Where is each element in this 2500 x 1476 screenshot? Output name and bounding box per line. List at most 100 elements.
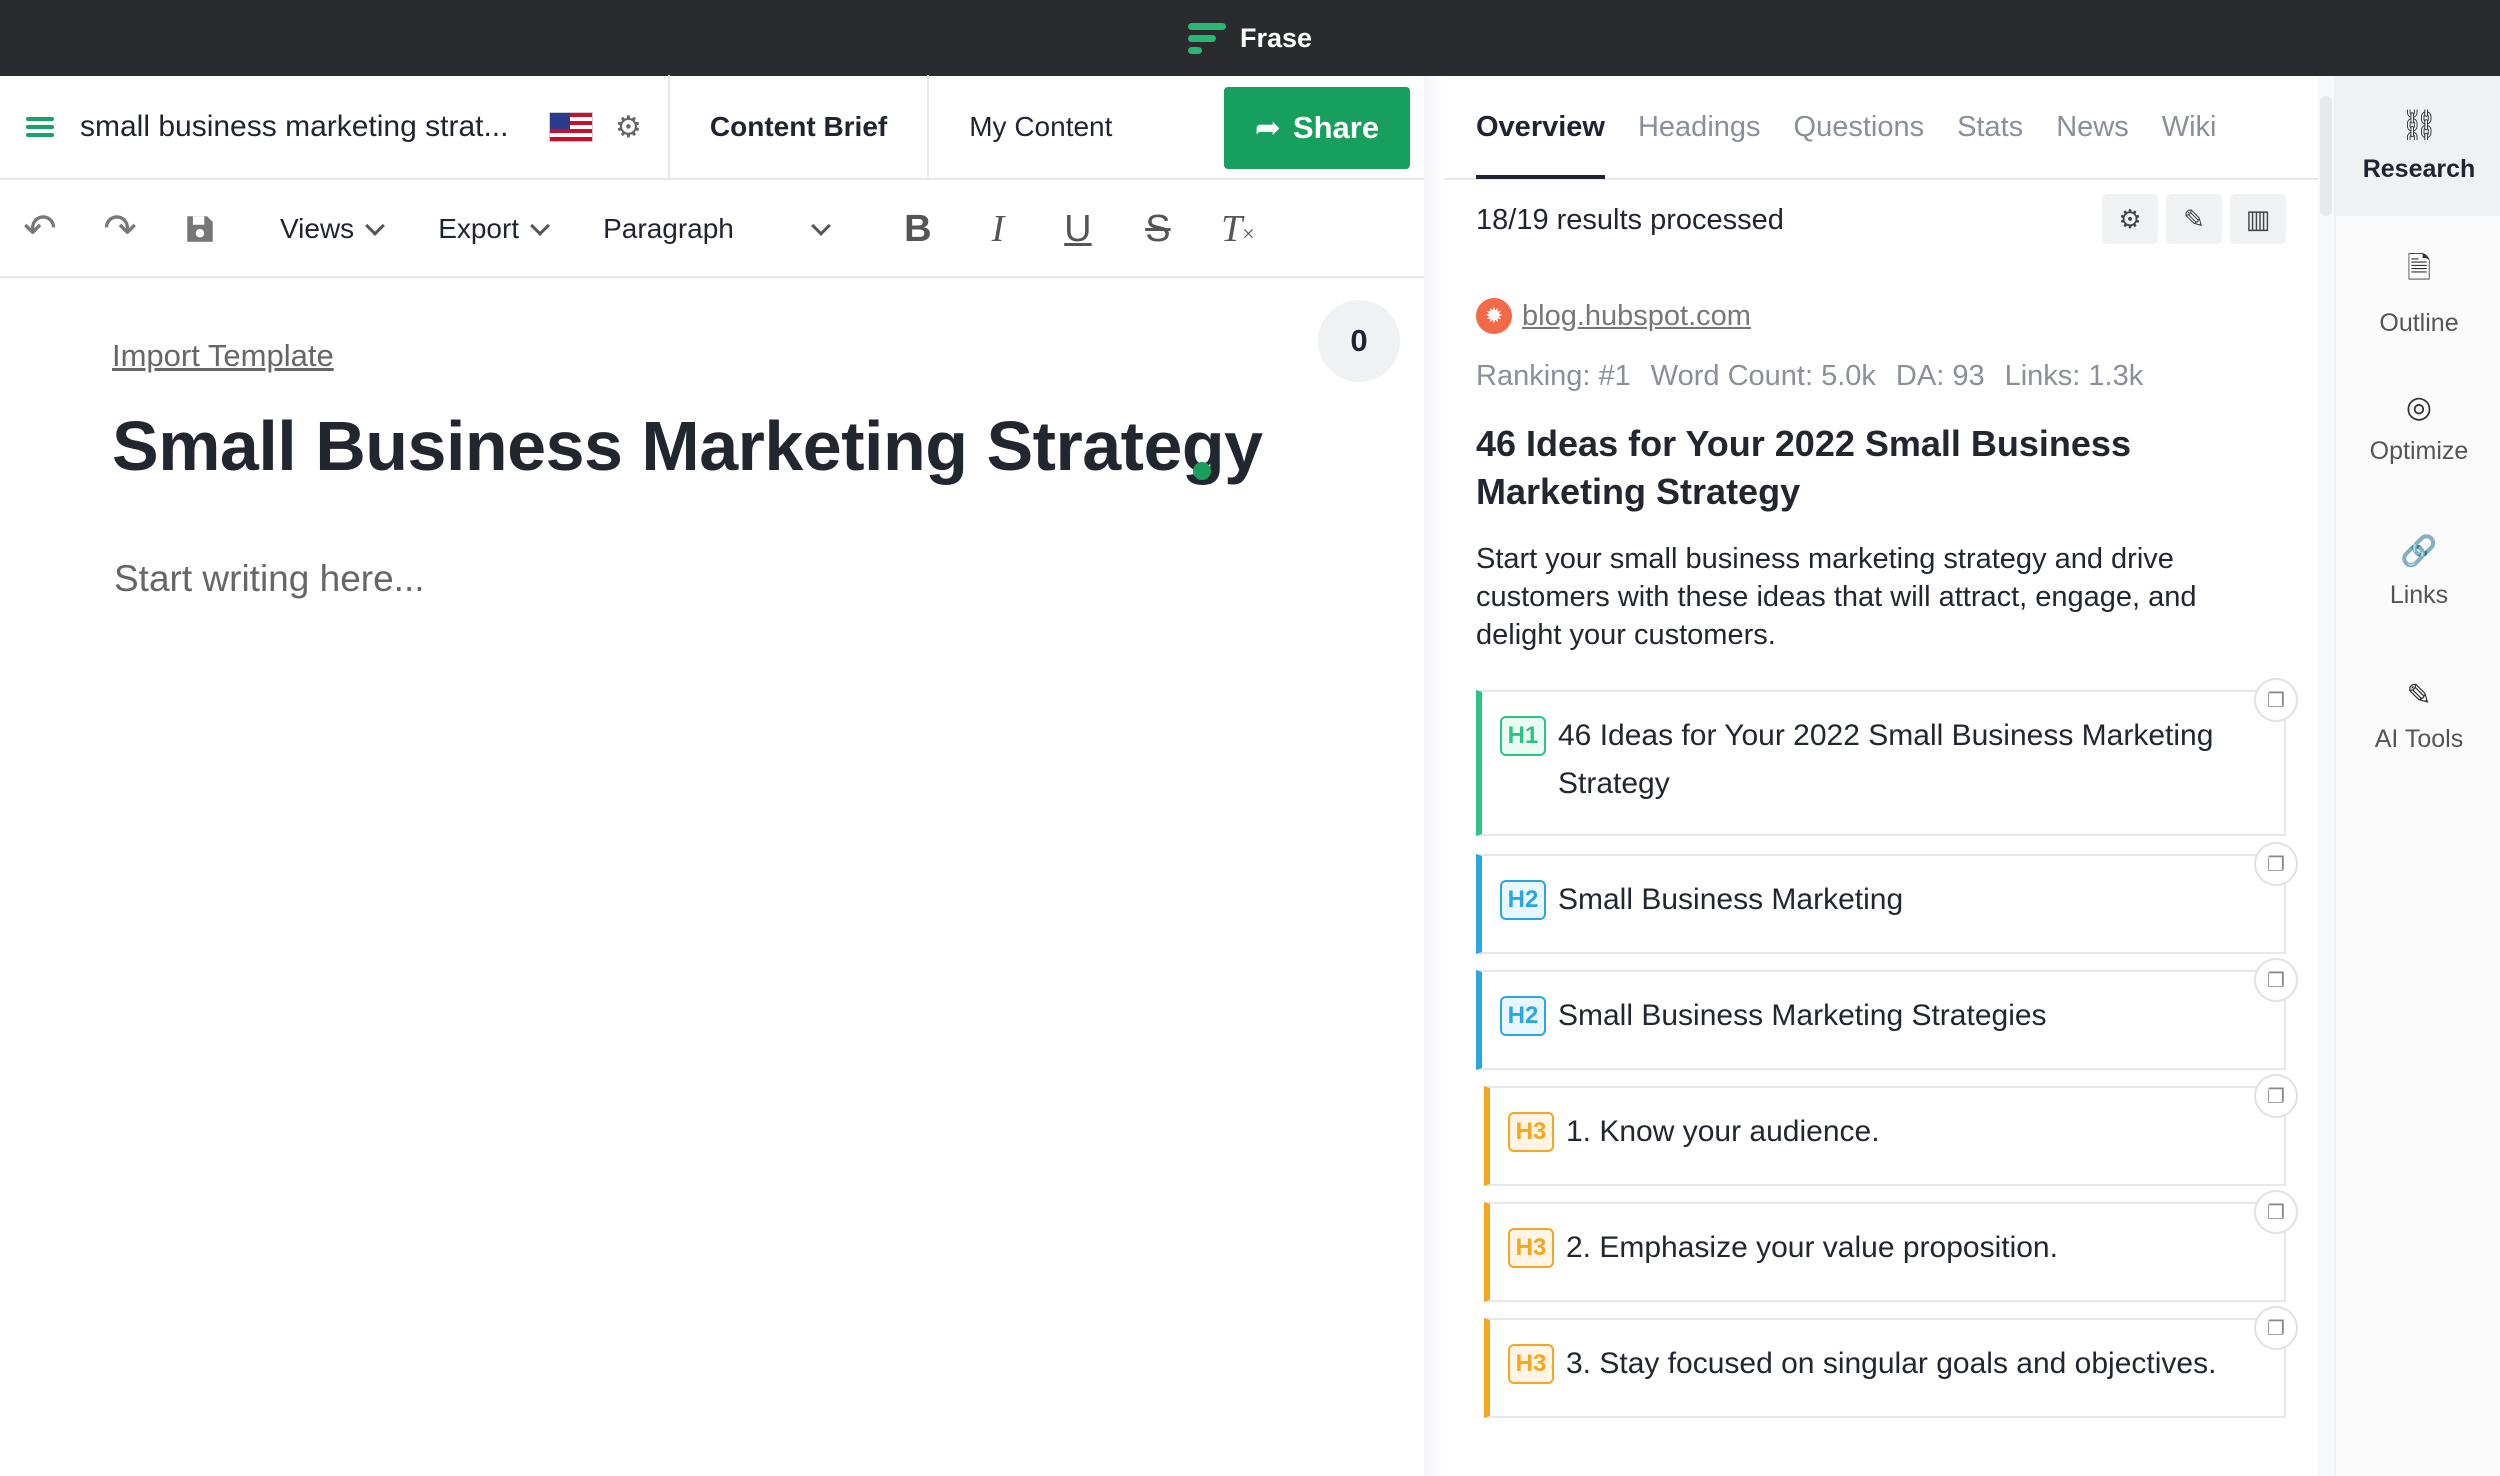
paragraph-style-dropdown[interactable]: Paragraph xyxy=(603,213,831,245)
document-title[interactable]: small business marketing strat... xyxy=(80,110,535,144)
results-processed: 18/19 results processed xyxy=(1476,204,1784,236)
rail-item-outline[interactable]: 🗎 Outline xyxy=(2336,246,2500,338)
chevron-down-icon xyxy=(530,216,551,236)
tab-questions[interactable]: Questions xyxy=(1794,75,1925,179)
rail-item-links[interactable]: 🔗 Links xyxy=(2336,534,2500,610)
copy-icon[interactable]: ❐ xyxy=(2254,958,2298,1002)
ranking: Ranking: #1 xyxy=(1476,360,1631,392)
views-label: Views xyxy=(280,213,355,244)
side-rail: ⛓ Research 🗎 Outline ◎ Optimize 🔗 Links … xyxy=(2334,76,2500,1476)
tab-stats[interactable]: Stats xyxy=(1957,75,2023,179)
us-flag-icon[interactable] xyxy=(549,112,593,142)
pane-divider[interactable] xyxy=(1424,76,1444,1476)
heading-level-badge: H2 xyxy=(1500,880,1546,920)
paragraph-label: Paragraph xyxy=(603,213,734,244)
clear-formatting-icon[interactable]: T× xyxy=(1198,207,1278,251)
article-title[interactable]: Small Business Marketing Strategy xyxy=(112,406,1263,486)
heading-level-badge: H3 xyxy=(1508,1228,1554,1268)
tab-headings[interactable]: Headings xyxy=(1638,75,1761,179)
import-template-link[interactable]: Import Template xyxy=(112,338,334,374)
rail-label: Optimize xyxy=(2369,437,2469,465)
share-arrow-icon: ➦ xyxy=(1254,110,1281,145)
document-icon: 🗎 xyxy=(2406,252,2432,285)
settings-gear-icon[interactable]: ⚙ xyxy=(2102,194,2158,244)
editor-pane: small business marketing strat... ⚙ Cont… xyxy=(0,75,1424,1476)
heading-text: 2. Emphasize your value proposition. xyxy=(1566,1231,2058,1264)
tab-overview[interactable]: Overview xyxy=(1476,75,1605,179)
copy-icon[interactable]: ❐ xyxy=(2254,1190,2298,1234)
cursor-indicator xyxy=(1193,462,1211,480)
magic-wand-icon: ✎ xyxy=(2406,679,2432,712)
rail-label: Research xyxy=(2362,155,2476,183)
heading-level-badge: H3 xyxy=(1508,1344,1554,1384)
copy-icon[interactable]: ❐ xyxy=(2254,1074,2298,1118)
heading-card[interactable]: H3 3. Stay focused on singular goals and… xyxy=(1484,1306,2298,1418)
tab-content-brief[interactable]: Content Brief xyxy=(667,75,927,179)
tab-my-content[interactable]: My Content xyxy=(927,75,1152,179)
chevron-down-icon xyxy=(810,216,831,236)
heading-card[interactable]: H3 1. Know your audience. ❐ xyxy=(1484,1074,2298,1186)
research-actions: ⚙ ✎ ▥ xyxy=(2102,194,2286,244)
tab-wiki[interactable]: Wiki xyxy=(2162,75,2217,179)
tab-news[interactable]: News xyxy=(2056,75,2129,179)
document-settings-gear-icon[interactable]: ⚙ xyxy=(615,110,642,145)
heading-card[interactable]: H2 Small Business Marketing Strategies ❐ xyxy=(1476,958,2298,1070)
editor-canvas[interactable]: Import Template Small Business Marketing… xyxy=(0,280,1424,1476)
rail-label: Outline xyxy=(2379,309,2459,337)
domain-authority: DA: 93 xyxy=(1895,360,1985,392)
heading-card[interactable]: H3 2. Emphasize your value proposition. … xyxy=(1484,1190,2298,1302)
research-tabs: Overview Headings Questions Stats News W… xyxy=(1444,76,2318,180)
app-name: Frase xyxy=(1239,22,1313,53)
binoculars-icon: ⛓ xyxy=(2399,109,2439,142)
magic-wand-icon[interactable]: ✎ xyxy=(2166,194,2222,244)
rail-label: Links xyxy=(2389,581,2449,609)
editor-topbar: small business marketing strat... ⚙ Cont… xyxy=(0,75,1424,180)
heading-text: 3. Stay focused on singular goals and ob… xyxy=(1566,1347,2217,1380)
export-dropdown[interactable]: Export xyxy=(438,213,551,245)
body-placeholder[interactable]: Start writing here... xyxy=(114,558,425,600)
italic-icon[interactable]: I xyxy=(958,207,1038,251)
bold-icon[interactable]: B xyxy=(878,208,958,251)
rail-label: AI Tools xyxy=(2374,725,2464,753)
save-icon[interactable] xyxy=(160,212,240,246)
research-pane: Overview Headings Questions Stats News W… xyxy=(1444,76,2318,1476)
heading-text: 46 Ideas for Your 2022 Small Business Ma… xyxy=(1558,719,2214,800)
heading-text: Small Business Marketing xyxy=(1558,883,1904,916)
scrollbar-thumb[interactable] xyxy=(2320,96,2332,216)
underline-icon[interactable]: U xyxy=(1038,208,1118,251)
rail-item-research[interactable]: ⛓ Research xyxy=(2336,76,2500,216)
target-icon: ◎ xyxy=(2405,391,2433,424)
export-label: Export xyxy=(438,213,520,244)
heading-level-badge: H2 xyxy=(1500,996,1546,1036)
hamburger-menu-icon[interactable] xyxy=(0,75,80,179)
word-count: Word Count: 5.0k xyxy=(1650,360,1876,392)
views-dropdown[interactable]: Views xyxy=(280,213,386,245)
rail-item-ai-tools[interactable]: ✎ AI Tools xyxy=(2336,678,2500,754)
copy-icon[interactable]: ❐ xyxy=(2254,842,2298,886)
share-label: Share xyxy=(1292,110,1380,145)
title-bar: Frase xyxy=(0,0,2500,76)
copy-icon[interactable]: ❐ xyxy=(2254,1306,2298,1350)
rail-item-optimize[interactable]: ◎ Optimize xyxy=(2336,390,2500,466)
result-description: Start your small business marketing stra… xyxy=(1476,543,2197,651)
redo-icon[interactable]: ↷ xyxy=(80,206,160,252)
share-button[interactable]: ➦ Share xyxy=(1224,87,1410,169)
source-meta: Ranking: #1 Word Count: 5.0k DA: 93 Link… xyxy=(1476,360,2143,393)
heading-level-badge: H3 xyxy=(1508,1112,1554,1152)
hubspot-icon: ✹ xyxy=(1476,298,1512,334)
comment-counter[interactable]: 0 xyxy=(1318,300,1400,382)
heading-level-badge: H1 xyxy=(1500,716,1546,756)
editor-toolbar: ↶ ↷ Views Export Paragraph B I U S T× xyxy=(0,182,1424,278)
strikethrough-icon[interactable]: S xyxy=(1118,208,1198,251)
undo-icon[interactable]: ↶ xyxy=(0,206,80,252)
source-row: ✹ blog.hubspot.com xyxy=(1476,298,1751,334)
source-link[interactable]: blog.hubspot.com xyxy=(1522,300,1751,333)
frase-logo-icon xyxy=(1187,19,1226,57)
research-scrollbar[interactable] xyxy=(2318,76,2334,1476)
bar-chart-icon[interactable]: ▥ xyxy=(2230,194,2286,244)
heading-card[interactable]: H1 46 Ideas for Your 2022 Small Business… xyxy=(1476,678,2298,836)
link-icon: 🔗 xyxy=(2400,535,2438,568)
copy-icon[interactable]: ❐ xyxy=(2254,678,2298,722)
result-title[interactable]: 46 Ideas for Your 2022 Small Business Ma… xyxy=(1476,420,2216,516)
heading-card[interactable]: H2 Small Business Marketing ❐ xyxy=(1476,842,2298,954)
